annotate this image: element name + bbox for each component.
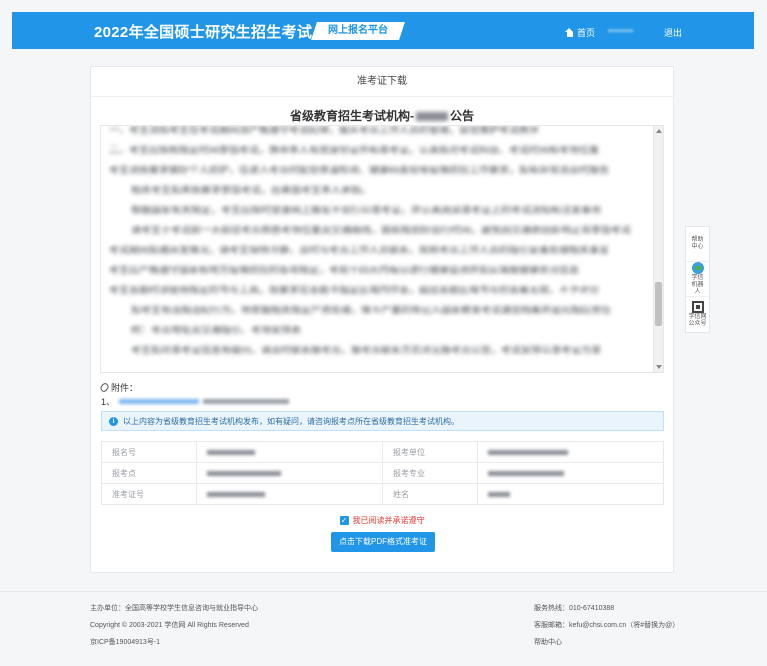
notice-line: 请考生于考试前一天前往考点熟悉考场位置及交通路线，提前规划好出行时间，避免因交通… <box>131 226 631 236</box>
top-navigation-bar: 2022年全国硕士研究生招生考试 网上报名平台 首页 •••••••• 退出 <box>12 12 754 49</box>
label-exam-site: 报考点 <box>100 462 198 484</box>
platform-tag: 网上报名平台 <box>311 22 405 40</box>
attachment-name <box>203 399 290 404</box>
value-major <box>477 462 664 484</box>
admission-ticket-card: 准考证下载 省级教育招生考试机构- 公告 一、考生须知考生在考试期间须严格遵守考试… <box>90 66 674 573</box>
attachment-item[interactable]: 1、 <box>101 395 290 408</box>
footer-left: 主办单位：全国高等学校学生信息咨询与就业指导中心 Copyright © 200… <box>90 604 258 655</box>
value-target-school <box>477 441 664 463</box>
notice-line: 考试期间如遇突发情况，请考生保持冷静，及时与考点工作人员联系，按照考点工作人员的… <box>109 246 609 256</box>
notice-title: 省级教育招生考试机构- 公告 <box>289 109 474 123</box>
footer-help-link[interactable]: 帮助中心 <box>534 638 679 648</box>
table-row: 报考点 报考专业 <box>100 462 664 484</box>
scroll-thumb[interactable] <box>655 282 662 326</box>
redacted-province <box>415 112 448 122</box>
home-link[interactable]: 首页 <box>565 26 595 39</box>
footer-email: 客服邮箱：kefu@chsi.com.cn（将#替换为@） <box>534 622 680 629</box>
footer-sponsor: 主办单位：全国高等学校学生信息咨询与就业指导中心 <box>90 605 258 612</box>
notice-body: 一、考生须知考生在考试期间须严格遵守考试纪律，服从考点工作人员的管理，自觉维护考… <box>109 126 653 366</box>
robot-icon <box>691 262 704 274</box>
label-name: 姓名 <box>381 483 479 505</box>
qr-code-icon <box>691 301 704 313</box>
logout-link[interactable]: 退出 <box>664 26 682 39</box>
robot-assistant-link[interactable]: 学信机器人 <box>686 262 709 297</box>
home-icon <box>565 28 574 37</box>
value-exam-site <box>196 462 383 484</box>
card-title: 准考证下载 <box>91 67 673 97</box>
help-center-link[interactable]: 帮助中心 <box>686 227 709 262</box>
username: •••••••• <box>608 26 634 36</box>
notice-line: 二、考生应按照规定时间参加考试，携带本人有效身份证件和准考证，认真核对考试科目、… <box>109 146 599 156</box>
notice-line: 考生如对准考证信息有疑问，请及时联系报考点，报考点联系方式详见报考点公告，考试安… <box>131 346 601 356</box>
value-registration-no <box>196 441 383 463</box>
candidate-details-table: 报名号 报考单位 报考点 报考专业 准考证号 姓名 <box>100 441 664 505</box>
label-target-school: 报考单位 <box>381 441 479 463</box>
attachment-heading: 附件： <box>99 381 138 394</box>
notice-line: 一、考生须知考生在考试期间须严格遵守考试纪律，服从考点工作人员的管理，自觉维护考… <box>109 126 539 136</box>
attachment-link[interactable] <box>119 399 200 404</box>
notice-line: 考生须按要求做好个人防护，在进入考点时配合体温检测、健康码查验等疫情防控工作要求… <box>109 166 609 176</box>
floating-sidebar: 帮助中心 学信机器人 学信网公众号 <box>685 226 710 333</box>
notice-line: 考生答题时须使用规定的书写工具，按要求在答题卡指定区域内作答，超出答题区域书写的… <box>109 286 599 296</box>
site-title: 2022年全国硕士研究生招生考试 <box>94 24 313 41</box>
footer-hotline: 服务热线：010-67410388 <box>534 605 615 612</box>
scroll-up-arrow-icon[interactable] <box>656 129 662 133</box>
label-ticket-no: 准考证号 <box>100 483 198 505</box>
footer-divider <box>0 591 767 592</box>
home-label: 首页 <box>577 28 596 38</box>
notice-content-box[interactable]: 一、考生须知考生在考试期间须严格遵守考试纪律，服从考点工作人员的管理，自觉维护考… <box>100 125 664 373</box>
notice-line: 相关考生如未按要求参加考试，后果由考生本人承担。 <box>131 186 371 196</box>
download-pdf-button[interactable]: 点击下载PDF格式准考证 <box>331 532 435 552</box>
footer-icp[interactable]: 京ICP备19004913号-1 <box>90 638 258 648</box>
notice-line: 如考生有违规违纪行为，将依据相关规定严肃处理，情节严重的将记入国家教育考试诚信档… <box>131 306 611 316</box>
wechat-account-link[interactable]: 学信网公众号 <box>686 297 709 332</box>
paperclip-icon <box>99 381 110 394</box>
value-ticket-no <box>196 483 383 505</box>
footer-copyright: Copyright © 2003-2021 学信网 All Rights Res… <box>90 622 249 629</box>
table-row: 报名号 报考单位 <box>100 441 664 463</box>
footer-right: 服务热线：010-67410388 客服邮箱：kefu@chsi.com.cn（… <box>534 604 679 655</box>
notice-line: 附：考点地址及交通指引、考场安排表 <box>131 326 301 336</box>
table-row: 准考证号 姓名 <box>100 483 664 505</box>
notice-scrollbar[interactable] <box>653 126 663 372</box>
checkbox-checked-icon[interactable]: ✓ <box>339 516 349 525</box>
agreement-checkbox[interactable]: ✓ 我已阅读并承诺遵守 <box>91 515 673 526</box>
info-notice: i 以上内容为省级教育招生考试机构发布，如有疑问，请咨询报考点所在省级教育招生考… <box>101 411 664 431</box>
label-registration-no: 报名号 <box>100 441 198 463</box>
notice-line: 考生应严格遵守国家和地方疫情防控的各项规定，考前十四天内每日进行健康监测并如实填… <box>109 266 579 276</box>
info-icon: i <box>109 416 118 426</box>
scroll-down-arrow-icon[interactable] <box>656 365 662 369</box>
value-name <box>477 483 664 505</box>
notice-line: 根据国家有关规定，考生应按时登录网上报名平台打印准考证，并认真阅读准考证上的考试… <box>131 206 601 216</box>
label-major: 报考专业 <box>381 462 479 484</box>
agreement-label: 我已阅读并承诺遵守 <box>352 516 425 525</box>
